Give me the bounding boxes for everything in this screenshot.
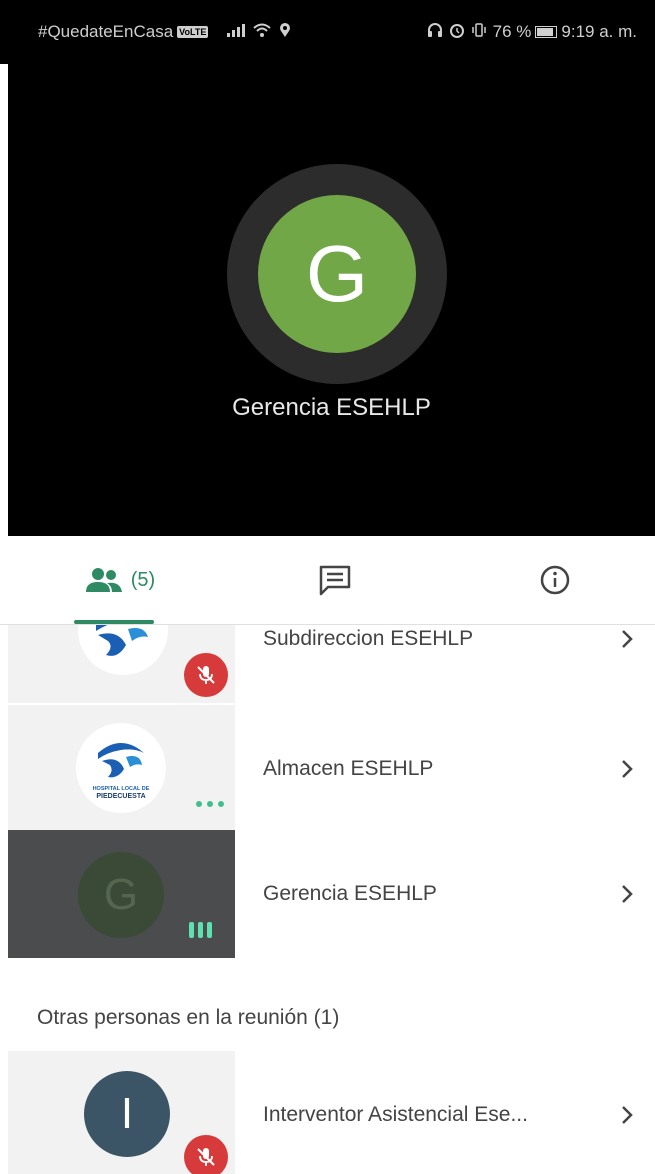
battery-percent: 76 % [492,22,532,41]
headset-icon [427,22,443,42]
svg-text:PIEDECUESTA: PIEDECUESTA [96,793,145,800]
info-icon [539,564,571,596]
tab-selected-indicator [74,620,154,624]
volte-badge: VoLTE [177,26,209,38]
speaker-name: Gerencia ESEHLP [232,394,431,421]
status-time: 9:19 a. m. [561,22,637,41]
wifi-icon [252,23,272,41]
participant-thumbnail [8,625,235,703]
participant-name: Gerencia ESEHLP [263,882,437,905]
participant-avatar: I [84,1071,170,1157]
speaking-indicator [189,922,212,938]
participant-thumbnail: HOSPITAL LOCAL DE PIEDECUESTA [8,705,235,833]
meeting-tabbar: (5) [0,536,655,625]
tab-chat[interactable] [305,536,365,624]
mic-muted-icon [184,1135,228,1174]
signal-icon [226,23,246,41]
chevron-right-icon[interactable] [621,830,633,958]
video-stage[interactable]: G Gerencia ESEHLP [8,64,655,536]
status-hashtag: #QuedateEnCasa [38,22,174,41]
location-icon [278,22,292,42]
chevron-right-icon[interactable] [621,705,633,833]
participant-name: Almacen ESEHLP [263,757,434,780]
participant-row[interactable]: Subdireccion ESEHLP [0,625,655,703]
battery-icon [535,26,558,38]
participant-thumbnail: G [8,830,235,958]
mic-muted-icon [184,653,228,697]
status-bar: #QuedateEnCasa VoLTE 76 % 9:19 a. m. [0,0,655,64]
connecting-indicator [196,801,224,807]
alarm-icon [449,22,465,42]
participant-row[interactable]: G Gerencia ESEHLP [0,830,655,958]
speaker-avatar: G [258,195,416,353]
chat-icon [318,564,352,596]
participant-name: Subdireccion ESEHLP [263,627,474,650]
logo-text: HOSPITAL LOCAL DE [93,786,150,792]
hospital-logo: HOSPITAL LOCAL DE PIEDECUESTA [76,723,166,813]
people-icon [85,567,123,593]
tab-info[interactable] [525,536,585,624]
participant-row[interactable]: I Interventor Asistencial Ese... [0,1051,655,1174]
participant-thumbnail: I [8,1051,235,1174]
vibrate-icon [471,22,487,42]
participant-name: Interventor Asistencial Ese... [263,1103,528,1126]
participant-row[interactable]: HOSPITAL LOCAL DE PIEDECUESTA Almacen ES… [0,705,655,833]
tab-participants[interactable]: (5) [60,536,180,624]
chevron-right-icon[interactable] [621,625,633,703]
participants-list[interactable]: Subdireccion ESEHLP HOSPITAL LOCAL DE PI… [0,625,655,1174]
participant-avatar: G [78,852,164,938]
section-header-others: Otras personas en la reunión (1) [37,1006,340,1029]
chevron-right-icon[interactable] [621,1051,633,1174]
participants-count: (5) [130,568,156,591]
hospital-logo [78,625,168,675]
